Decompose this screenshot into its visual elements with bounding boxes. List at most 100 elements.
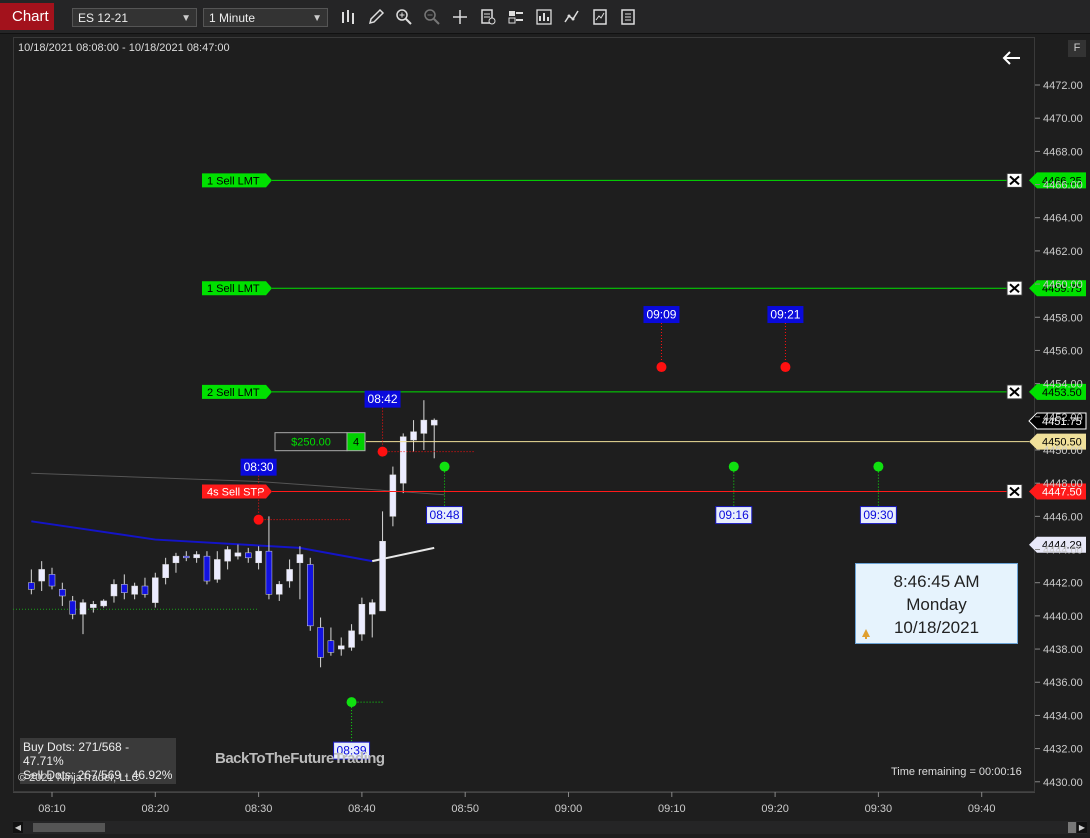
- candle: [38, 561, 45, 591]
- candle: [48, 567, 56, 590]
- time-info-day: Monday: [906, 595, 967, 614]
- f-button[interactable]: F: [1068, 40, 1086, 57]
- back-arrow-icon[interactable]: [1002, 51, 1020, 65]
- candle-body-down: [327, 640, 335, 653]
- time-tick-label: 08:40: [348, 803, 376, 815]
- dot-time-label: 08:42: [368, 392, 398, 406]
- candle: [100, 599, 107, 608]
- candle-body-down: [121, 584, 128, 593]
- scrollbar-thumb[interactable]: [33, 823, 105, 832]
- candle-body-down: [28, 582, 35, 590]
- sell-limit-order[interactable]: 1 Sell LMT 4466.25: [202, 172, 1086, 189]
- buy-dots-stat: Buy Dots: 271/568 - 47.71%: [23, 740, 130, 768]
- scroll-left-icon[interactable]: ◀: [13, 822, 23, 833]
- price-tick-label: 4468.00: [1043, 146, 1083, 158]
- candle: [276, 581, 283, 601]
- chart-plot: 1 Sell LMT 4466.25 1 Sell LMT 4459.75 2 Sell…: [13, 51, 1087, 815]
- candle-body-down: [203, 555, 211, 582]
- position-marker[interactable]: $250.00 4 4450.50: [274, 432, 1086, 452]
- candle-body-up: [255, 550, 262, 564]
- time-info-time: 8:46:45 AM: [893, 572, 980, 591]
- dot-marker: [439, 461, 450, 472]
- candle: [183, 551, 190, 562]
- candle-body-up: [368, 602, 376, 615]
- candle: [430, 418, 438, 459]
- sell-limit-order[interactable]: 2 Sell LMT 4453.50: [202, 383, 1086, 400]
- sell-dot: 09:09: [643, 306, 680, 373]
- candle: [152, 572, 159, 608]
- candle-body-down: [307, 564, 314, 627]
- scroll-right-icon[interactable]: ▶: [1077, 822, 1087, 833]
- candle-body-up: [110, 584, 118, 597]
- price-tick-label: 4460.00: [1043, 279, 1083, 291]
- candle: [348, 624, 355, 651]
- dot-marker: [377, 446, 388, 457]
- candle-body-down: [265, 550, 273, 595]
- candle-body-up: [172, 555, 180, 564]
- candle-body-up: [286, 569, 293, 582]
- dot-time-label: 08:48: [430, 508, 460, 522]
- candle-body-up: [131, 585, 138, 595]
- candle: [69, 595, 76, 620]
- candle: [203, 551, 211, 585]
- horizontal-scrollbar[interactable]: ◀ ▶: [13, 821, 1087, 834]
- candle-body-up: [79, 602, 87, 615]
- scrollbar-end-handle[interactable]: [1068, 822, 1076, 833]
- dot-time-label: 08:30: [244, 460, 274, 474]
- price-tick-label: 4452.00: [1043, 412, 1083, 424]
- close-order-icon[interactable]: [1006, 384, 1023, 400]
- price-tick-label: 4430.00: [1043, 777, 1083, 789]
- time-tick-label: 09:00: [555, 803, 583, 815]
- time-tick-label: 09:30: [865, 803, 893, 815]
- position-qty: 4: [353, 437, 359, 449]
- dot-time-label: 09:09: [646, 308, 676, 322]
- candle-body-down: [141, 585, 149, 595]
- candle: [110, 579, 118, 603]
- sell-limit-order[interactable]: 1 Sell LMT 4459.75: [202, 280, 1086, 297]
- candle: [327, 627, 335, 656]
- dot-marker: [873, 461, 884, 472]
- price-tick-label: 4446.00: [1043, 511, 1083, 523]
- time-remaining: Time remaining = 00:00:16: [891, 766, 1022, 778]
- time-tick-label: 09:20: [761, 803, 789, 815]
- time-info-date: 10/18/2021: [893, 618, 980, 637]
- candle-body-up: [152, 577, 159, 603]
- price-tick-label: 4464.00: [1043, 213, 1083, 225]
- candle: [399, 433, 407, 494]
- candle: [59, 582, 66, 606]
- position-pnl: $250.00: [291, 437, 331, 449]
- price-tick-label: 4470.00: [1043, 113, 1083, 125]
- dot-time-label: 09:30: [863, 508, 893, 522]
- buy-dot: 09:30: [859, 461, 897, 525]
- candle: [162, 557, 169, 585]
- candle-body-down: [317, 627, 324, 658]
- price-tick-label: 4440.00: [1043, 611, 1083, 623]
- time-tick-label: 08:50: [451, 803, 479, 815]
- order-label: 1 Sell LMT: [207, 283, 260, 295]
- candle: [193, 551, 200, 563]
- dot-marker: [656, 362, 667, 373]
- candle: [28, 569, 35, 595]
- candle-body-up: [379, 540, 386, 612]
- buy-dot: 09:16: [715, 461, 753, 525]
- candle-body-up: [430, 419, 438, 426]
- candle: [234, 544, 242, 560]
- dot-marker: [253, 514, 264, 525]
- close-order-icon[interactable]: [1006, 483, 1023, 499]
- time-tick-label: 08:10: [38, 803, 66, 815]
- order-label: 4s Sell STP: [207, 486, 264, 498]
- candle: [131, 582, 138, 600]
- sell-stop-order[interactable]: 4s Sell STP 4447.50: [202, 483, 1086, 500]
- candle: [90, 600, 97, 613]
- close-order-icon[interactable]: [1006, 280, 1023, 296]
- price-tick-label: 4434.00: [1043, 710, 1083, 722]
- close-order-icon[interactable]: [1006, 172, 1023, 188]
- candle: [214, 551, 221, 583]
- candle-body-down: [69, 600, 76, 615]
- candle: [255, 546, 262, 570]
- time-tick-label: 08:20: [142, 803, 170, 815]
- candle: [410, 420, 417, 452]
- candle-body-up: [193, 554, 200, 559]
- price-tick-label: 4466.00: [1043, 180, 1083, 192]
- price-tick-label: 4432.00: [1043, 744, 1083, 756]
